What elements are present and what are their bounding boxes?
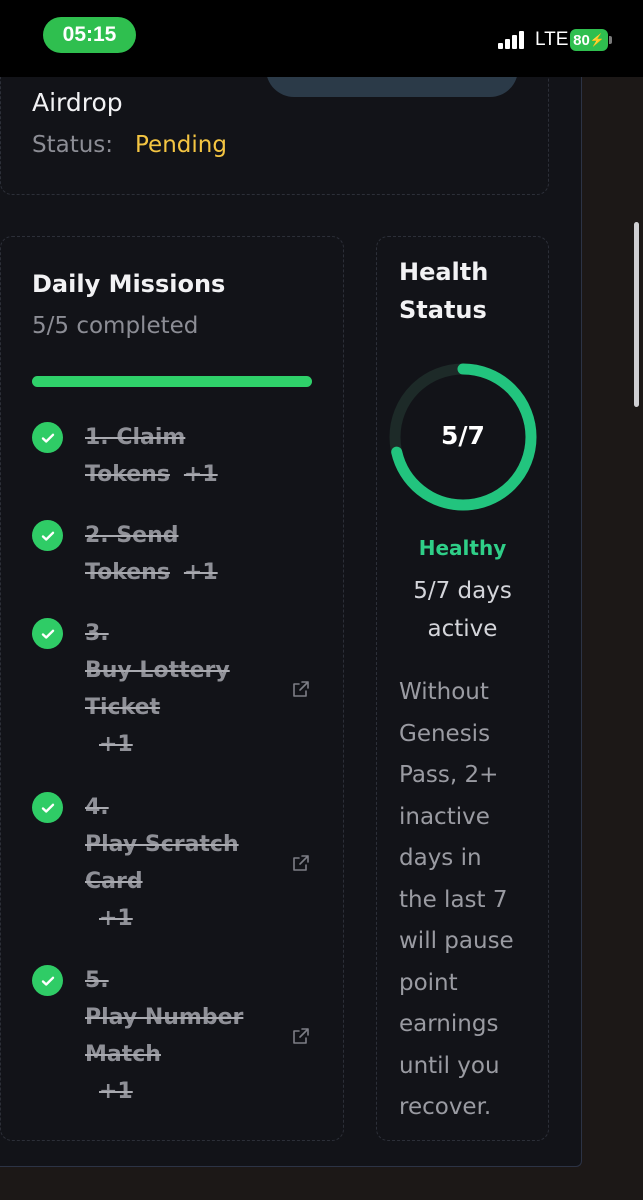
mission-label: 2. Send Tokens +1: [85, 517, 265, 591]
mission-line: Play Scratch: [85, 832, 239, 857]
signal-icon: [498, 31, 528, 49]
health-title-line: Health: [399, 258, 489, 286]
battery-level: 80: [573, 31, 590, 49]
check-icon: [32, 965, 63, 996]
health-note-line: Genesis: [399, 720, 491, 747]
health-note: Without Genesis Pass, 2+ inactive days i…: [399, 672, 539, 1129]
health-active-days: 5/7 days active: [376, 572, 549, 648]
daily-missions-title: Daily Missions: [32, 270, 226, 298]
check-icon: [32, 618, 63, 649]
health-days-line: active: [427, 616, 498, 642]
mission-label: 1. Claim Tokens +1: [85, 419, 265, 493]
scrollbar-track: [629, 0, 643, 1200]
health-title-line: Status: [399, 296, 487, 324]
airdrop-title: Airdrop: [32, 88, 123, 117]
check-icon: [32, 792, 63, 823]
mission-label: 3. Buy Lottery Ticket +1: [85, 615, 265, 763]
airdrop-status-label: Status:: [32, 132, 114, 158]
health-note-line: earnings: [399, 1011, 499, 1037]
mission-line: 5.: [85, 968, 109, 993]
status-bar: 05:15 LTE 80 ⚡: [0, 0, 643, 77]
missions-progress-text: 5/5 completed: [32, 313, 199, 339]
check-icon: [32, 422, 63, 453]
mission-line: 2. Send: [85, 523, 179, 548]
external-link-icon[interactable]: [292, 1027, 310, 1045]
health-note-line: inactive: [399, 803, 490, 830]
missions-progress-fill: [32, 376, 312, 387]
mission-points: +1: [99, 1079, 133, 1104]
network-label: LTE: [535, 29, 569, 50]
mission-line: Card: [85, 869, 143, 894]
external-link-icon[interactable]: [292, 854, 310, 872]
health-note-line: recover.: [399, 1094, 492, 1120]
health-note-line: point: [399, 969, 458, 996]
mission-line: 3.: [85, 621, 109, 646]
mission-points: +1: [99, 732, 133, 757]
health-days-line: 5/7 days: [413, 578, 512, 604]
health-note-line: the last 7: [399, 886, 508, 913]
external-link-icon[interactable]: [292, 680, 310, 698]
mission-line: 1. Claim: [85, 425, 186, 450]
health-note-line: days in: [399, 845, 482, 871]
health-note-line: Pass, 2+: [399, 762, 499, 788]
airdrop-status-value: Pending: [135, 132, 227, 158]
mission-line: Ticket: [85, 695, 161, 720]
battery-tip: [609, 36, 612, 44]
mission-line: Play Number: [85, 1005, 244, 1030]
health-note-line: Without: [399, 679, 489, 705]
health-state-label: Healthy: [418, 536, 507, 560]
mission-points: +1: [99, 906, 133, 931]
mission-points: +1: [183, 462, 218, 487]
mission-points: +1: [183, 560, 218, 585]
health-status-title: Health Status: [399, 253, 488, 329]
scrollbar-thumb[interactable]: [634, 222, 639, 407]
mission-line: Tokens: [85, 462, 170, 487]
mission-line: 4.: [85, 795, 109, 820]
health-score: 5/7: [441, 421, 485, 450]
mission-label: 4. Play Scratch Card +1: [85, 789, 265, 937]
time-display: 05:15: [43, 17, 136, 53]
mission-line: Buy Lottery: [85, 658, 230, 683]
battery-icon: 80 ⚡: [570, 29, 608, 51]
mission-label: 5. Play Number Match +1: [85, 962, 265, 1110]
check-icon: [32, 520, 63, 551]
health-note-line: will pause: [399, 928, 514, 954]
mission-line: Match: [85, 1042, 161, 1067]
health-note-line: until you: [399, 1052, 500, 1079]
mission-line: Tokens: [85, 560, 170, 585]
missions-progress-bar: [32, 376, 312, 387]
